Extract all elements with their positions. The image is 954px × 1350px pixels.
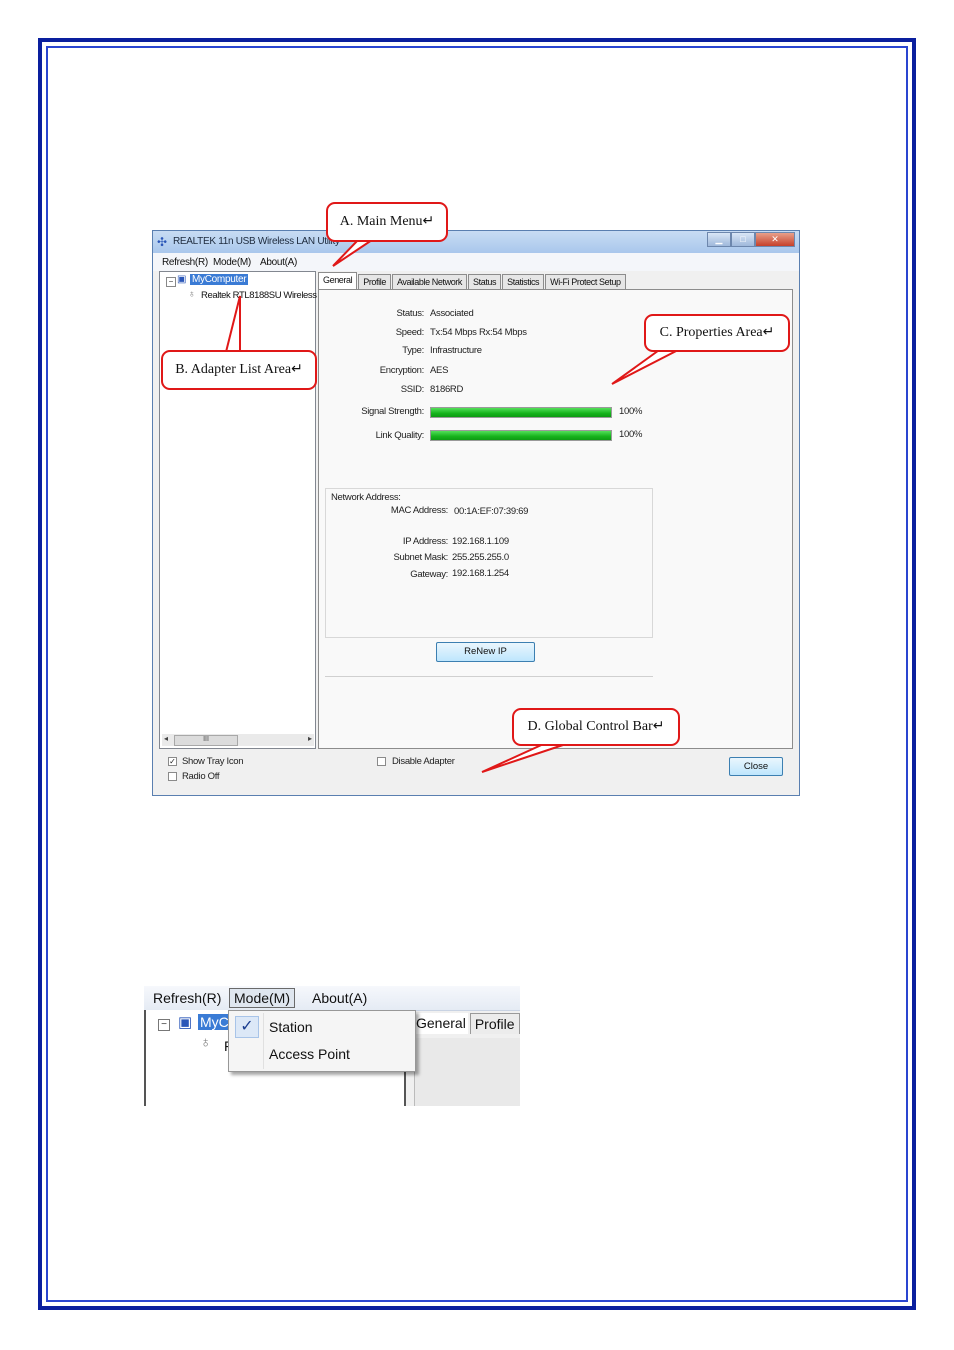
crop-tabs: General Profile: [414, 1013, 520, 1034]
callout-pointers: [224, 239, 683, 773]
crop-tree-root[interactable]: MyC: [198, 1014, 231, 1030]
menu-item-access-point[interactable]: Access Point: [269, 1046, 350, 1062]
crop-tree-collapse-icon[interactable]: −: [158, 1019, 170, 1031]
callout-properties: C. Properties Area↵: [644, 314, 790, 352]
check-icon: ✓: [235, 1016, 259, 1038]
crop-menu-refresh[interactable]: Refresh(R): [153, 990, 221, 1006]
crop-adapter-icon: ♁: [200, 1034, 212, 1051]
callout-main-menu: A. Main Menu↵: [326, 202, 448, 242]
crop-menu-mode[interactable]: Mode(M): [229, 988, 296, 1008]
pointer-main-menu: [332, 239, 376, 267]
callout-adapter-list: B. Adapter List Area↵: [161, 350, 317, 390]
crop-panel: [414, 1038, 520, 1106]
pointer-properties: [611, 347, 683, 385]
callout-global-bar: D. Global Control Bar↵: [512, 708, 680, 746]
menu-gutter: [263, 1013, 264, 1069]
pointer-adapter-list: [224, 295, 241, 353]
crop-tab-general[interactable]: General: [414, 1013, 468, 1034]
crop-computer-icon: ▣: [178, 1014, 193, 1031]
pointer-global-bar: [481, 741, 573, 773]
crop-tab-profile[interactable]: Profile: [469, 1013, 520, 1034]
mode-dropdown-menu: ✓ Station Access Point: [228, 1010, 416, 1072]
menu-item-station[interactable]: Station: [269, 1019, 313, 1035]
mode-menu-screenshot: Refresh(R) Mode(M) About(A) − ▣ MyC ♁ F …: [144, 986, 520, 1106]
crop-menu-about[interactable]: About(A): [312, 990, 367, 1006]
crop-menu-bar: Refresh(R) Mode(M) About(A): [144, 986, 520, 1011]
